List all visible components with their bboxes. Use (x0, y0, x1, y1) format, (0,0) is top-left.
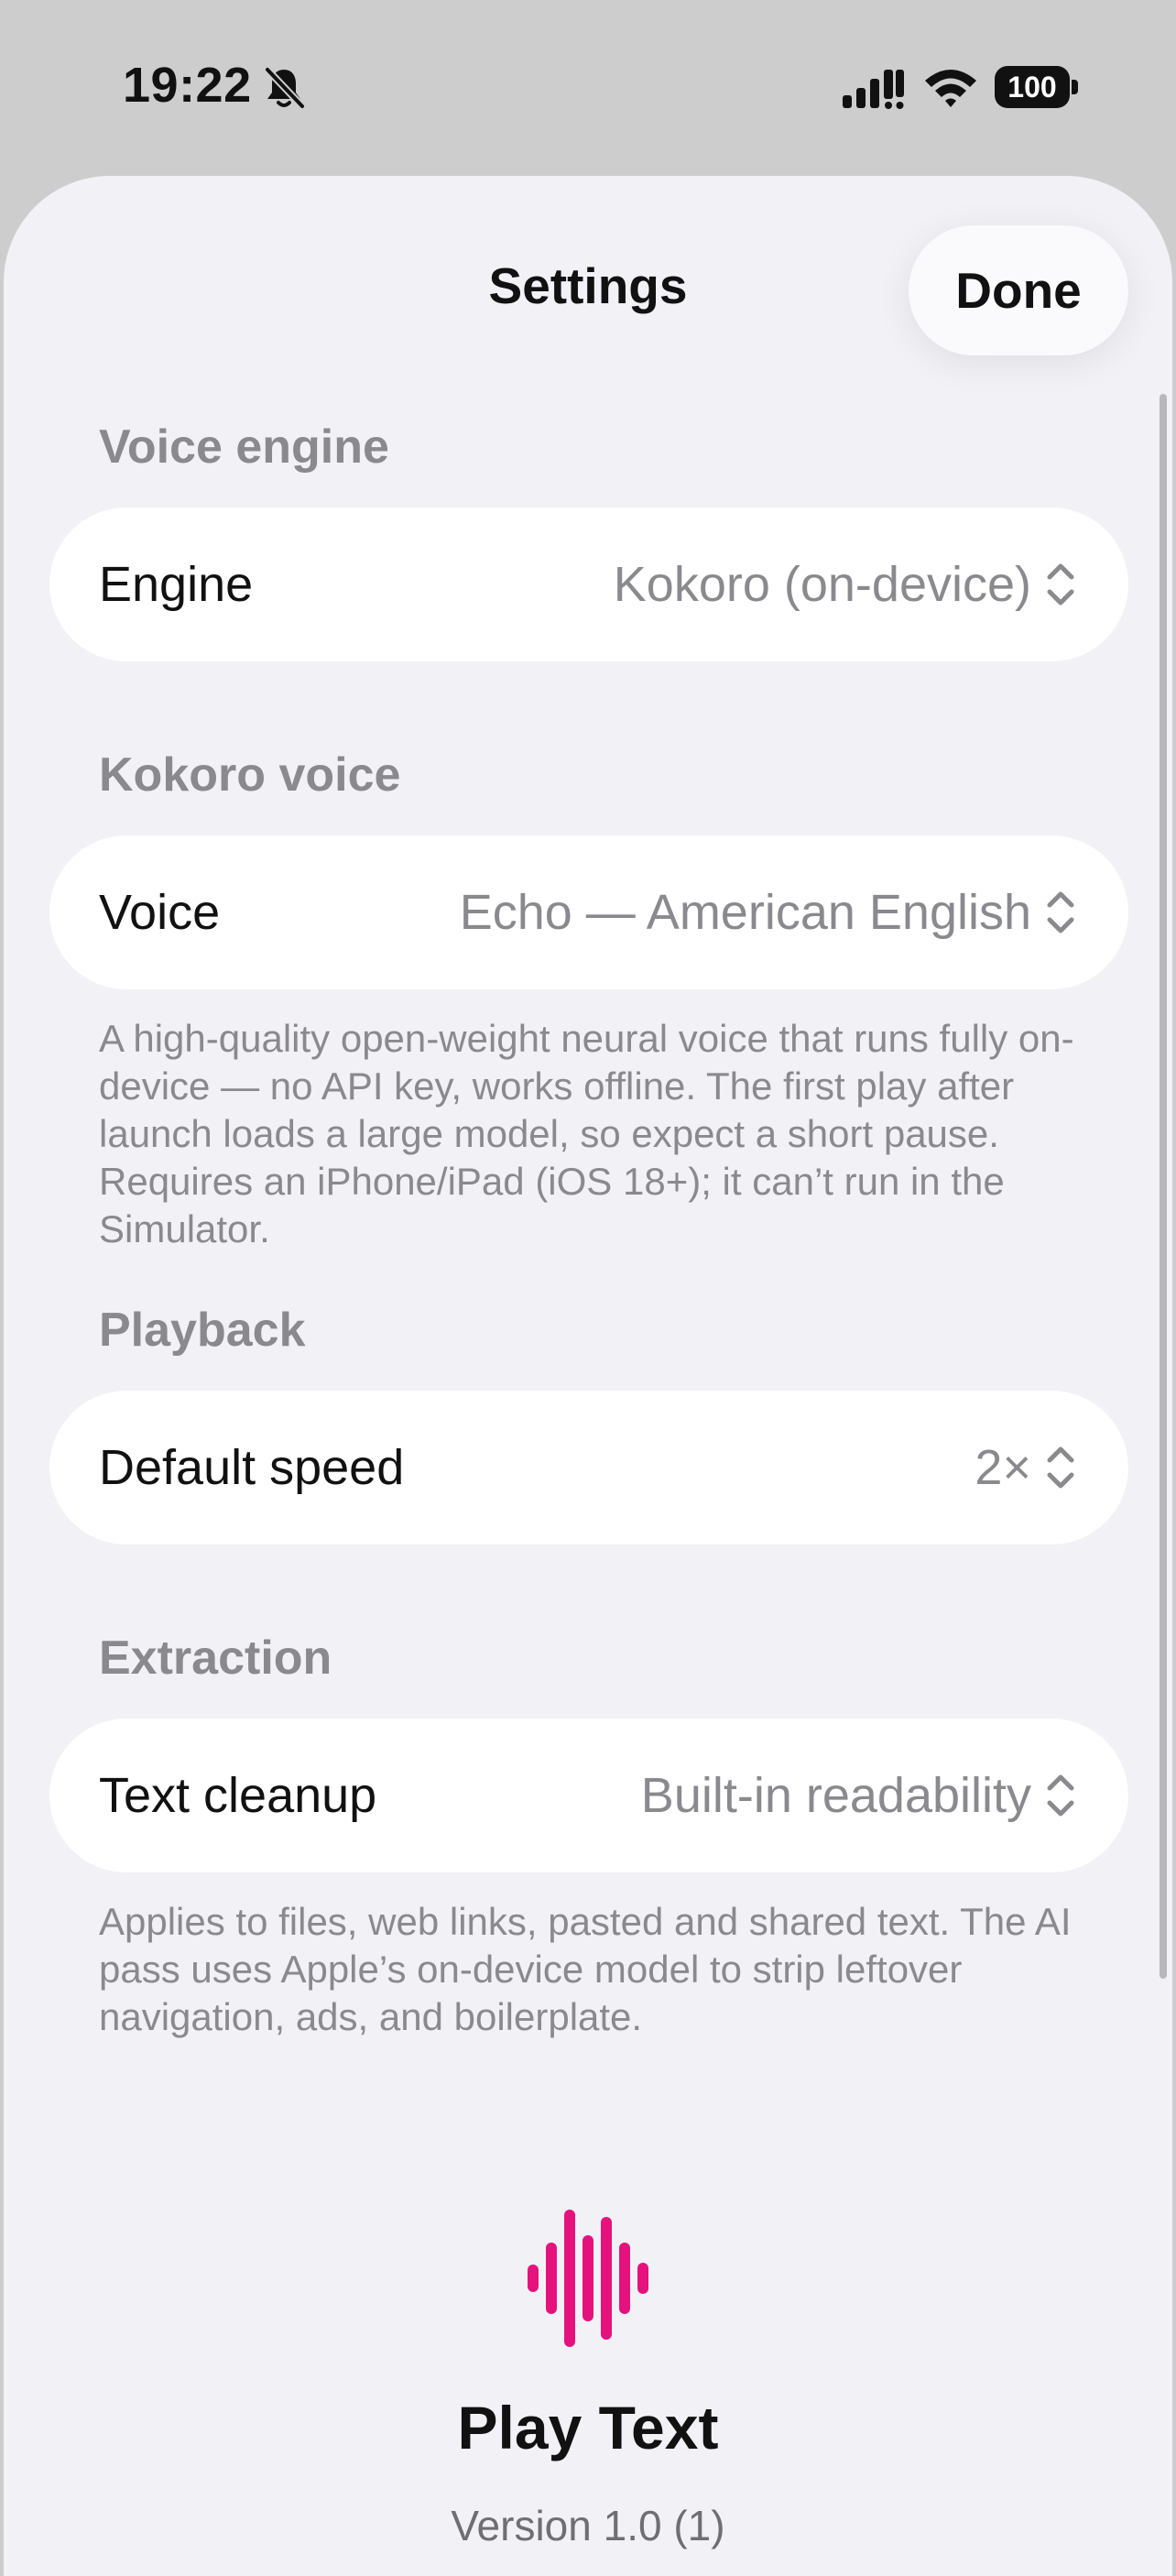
extraction-footnote: Applies to files, web links, pasted and … (99, 1900, 1072, 2038)
default-speed-value: 2× (975, 1440, 1031, 1495)
text-cleanup-picker-row[interactable]: Text cleanup Built-in readability (49, 1719, 1128, 1872)
status-bar: 19:22 100 (0, 0, 1176, 174)
battery-icon: 100 (995, 66, 1079, 108)
wifi-icon (925, 70, 976, 107)
section-header-extraction: Extraction (99, 1632, 332, 1685)
text-cleanup-value: Built-in readability (640, 1768, 1031, 1823)
engine-picker-row[interactable]: Engine Kokoro (on-device) (49, 508, 1128, 661)
voice-picker-row[interactable]: Voice Echo — American English (49, 835, 1128, 989)
battery-level: 100 (995, 66, 1070, 108)
section-header-voice-engine: Voice engine (99, 420, 389, 474)
voice-footnote: A high-quality open-weight neural voice … (99, 1017, 1074, 1250)
engine-label: Engine (99, 557, 254, 612)
bell-slash-icon (264, 66, 306, 110)
chevron-up-down-icon (1047, 1446, 1074, 1489)
section-header-kokoro-voice: Kokoro voice (99, 748, 401, 802)
engine-value: Kokoro (on-device) (613, 557, 1031, 612)
voice-value: Echo — American English (459, 885, 1031, 940)
section-header-playback: Playback (99, 1304, 306, 1357)
done-button[interactable]: Done (909, 225, 1128, 355)
chevron-up-down-icon (1047, 563, 1074, 606)
default-speed-picker-row[interactable]: Default speed 2× (49, 1391, 1128, 1545)
battery-tip (1072, 80, 1078, 94)
app-version: Version 1.0 (1) (451, 2502, 725, 2549)
text-cleanup-label: Text cleanup (99, 1768, 377, 1823)
default-speed-label: Default speed (99, 1440, 405, 1495)
waveform-icon (528, 2210, 648, 2347)
app-name: Play Text (457, 2394, 719, 2461)
cellular-signal-icon (843, 70, 904, 109)
status-time: 19:22 (123, 58, 252, 113)
chevron-up-down-icon (1047, 1774, 1074, 1817)
voice-label: Voice (99, 885, 221, 940)
chevron-up-down-icon (1047, 891, 1074, 933)
scrollbar[interactable] (1160, 394, 1167, 1979)
